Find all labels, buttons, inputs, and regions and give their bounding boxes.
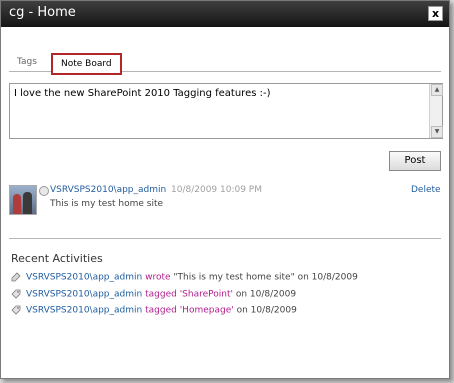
activity-tag-link[interactable]: 'Homepage' (180, 306, 234, 316)
activity-user-link[interactable]: VSRVSPS2010\app_admin (26, 306, 142, 316)
avatar-figure (23, 192, 32, 214)
activity-action: tagged (145, 305, 177, 316)
note-message: This is my test home site (50, 199, 164, 209)
tab-tags[interactable]: Tags (17, 57, 37, 67)
activity-user-link[interactable]: VSRVSPS2010\app_admin (26, 290, 142, 300)
activity-user-link[interactable]: VSRVSPS2010\app_admin (26, 273, 142, 283)
tag-icon (11, 289, 21, 299)
close-button[interactable]: x (428, 6, 443, 21)
activity-action: wrote (145, 272, 171, 283)
scroll-up-icon[interactable]: ▲ (431, 84, 443, 96)
activity-item: VSRVSPS2010\app_admin wrote "This is my … (11, 272, 358, 283)
delete-link[interactable]: Delete (411, 185, 441, 195)
presence-icon (39, 186, 49, 196)
activity-action: tagged (145, 289, 177, 300)
dialog-window: cg - Home x Tags Note Board I love the n… (0, 0, 450, 379)
title-bar: cg - Home x (1, 1, 449, 27)
activity-object: "This is my test home site" (173, 272, 295, 283)
tab-strip: Tags Note Board (9, 51, 441, 75)
scroll-down-icon[interactable]: ▼ (431, 126, 443, 138)
divider (9, 238, 441, 239)
note-input-text: I love the new SharePoint 2010 Tagging f… (14, 88, 271, 99)
window-title: cg - Home (9, 5, 76, 20)
avatar (9, 185, 37, 215)
post-button[interactable]: Post (389, 151, 441, 171)
note-author-link[interactable]: VSRVSPS2010\app_admin (50, 185, 166, 195)
note-icon (11, 272, 21, 282)
recent-activities-heading: Recent Activities (11, 252, 103, 265)
avatar-figure (13, 194, 21, 214)
tag-icon (11, 305, 21, 315)
activity-tag-link[interactable]: 'SharePoint' (180, 290, 233, 300)
activity-item: VSRVSPS2010\app_admin tagged 'Homepage' … (11, 305, 297, 316)
activity-item: VSRVSPS2010\app_admin tagged 'SharePoint… (11, 289, 296, 300)
activity-date: on 10/8/2009 (294, 272, 358, 283)
note-textarea[interactable]: I love the new SharePoint 2010 Tagging f… (9, 83, 443, 139)
activity-date: on 10/8/2009 (233, 305, 297, 316)
textarea-scrollbar[interactable]: ▲ ▼ (429, 84, 443, 138)
tab-note-board[interactable]: Note Board (51, 53, 122, 75)
note-timestamp: 10/8/2009 10:09 PM (171, 185, 262, 195)
activity-date: on 10/8/2009 (232, 289, 297, 300)
